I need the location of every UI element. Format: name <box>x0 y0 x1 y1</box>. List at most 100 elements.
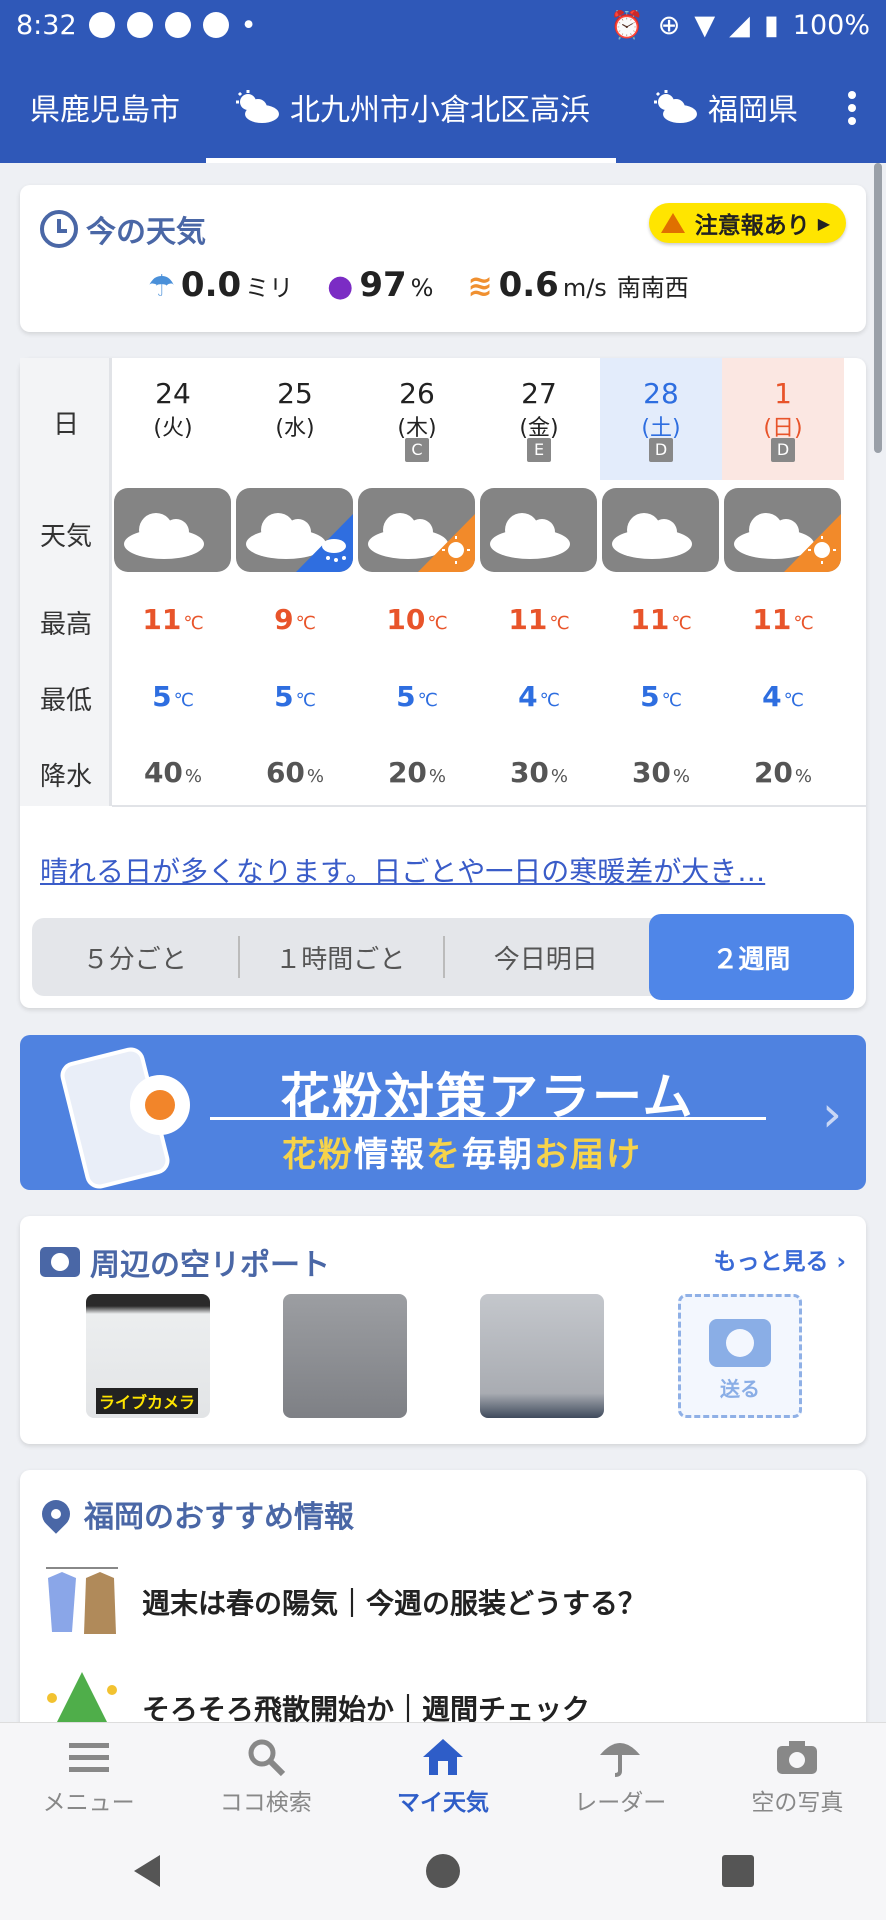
high-temp: 11 ℃ <box>142 603 204 636</box>
confidence-badge: D <box>649 438 673 462</box>
clothes-icon <box>42 1562 122 1642</box>
tab-fukuoka[interactable]: 福岡県 <box>654 50 798 163</box>
alert-badge[interactable]: 注意報あり ▶ <box>648 203 846 243</box>
segment-today-tomorrow[interactable]: 今日明日 <box>443 918 649 996</box>
row-label-low: 最低 <box>39 686 92 716</box>
day-date: 1 <box>774 377 792 410</box>
alarm-icon: ⏰ <box>610 10 644 41</box>
home-button-icon[interactable] <box>423 1851 463 1891</box>
data-saver-icon: ⊕ <box>657 9 681 41</box>
camera-icon <box>709 1735 886 1779</box>
humidity-icon: ● <box>327 269 354 304</box>
low-temp: 4 ℃ <box>518 680 560 713</box>
forecast-day-column[interactable]: 1 (日) D 11 ℃ 4 ℃ 20% <box>722 358 844 806</box>
umbrella-icon <box>532 1735 709 1779</box>
chrome-icon <box>202 12 229 38</box>
cloudy-icon <box>114 488 231 572</box>
cloudy-sunny-icon <box>358 488 475 572</box>
battery-level: 100% <box>792 9 870 41</box>
low-temp: 5 ℃ <box>396 680 438 713</box>
tab-label: 福岡県 <box>708 92 798 128</box>
chevron-right-icon: › <box>822 1085 842 1143</box>
cloudy-icon <box>480 488 597 572</box>
dot-icon: • <box>240 9 257 41</box>
high-temp: 9 ℃ <box>274 603 316 636</box>
segment-5min[interactable]: ５分ごと <box>32 918 238 996</box>
forecast-grid: 日 天気 最高 最低 降水 24 (火) 11 ℃ 5 ℃ 40% 25 (水) 9 ℃ 5 ℃ 60% 2… <box>20 358 866 807</box>
row-label-day: 日 <box>52 410 79 440</box>
camera-icon <box>40 1247 80 1277</box>
sky-photo[interactable] <box>480 1294 604 1418</box>
confidence-badge: C <box>405 438 429 462</box>
humidity-unit: % <box>410 274 434 302</box>
recommend-item[interactable]: 週末は春の陽気｜今週の服装どうする？ <box>42 1562 646 1642</box>
forecast-period-selector: ５分ごと １時間ごと 今日明日 ２週間 <box>32 914 854 1000</box>
low-temp: 4 ℃ <box>762 680 804 713</box>
chat-icon <box>126 12 153 38</box>
system-nav <box>0 1822 886 1920</box>
cloudy-icon <box>602 488 719 572</box>
chevron-right-icon: ▶ <box>817 213 830 233</box>
day-date: 25 <box>277 377 313 410</box>
see-more-link[interactable]: もっと見る › <box>714 1242 847 1276</box>
sun-cloud-icon <box>236 89 279 123</box>
low-temp: 5 ℃ <box>152 680 194 713</box>
nav-menu[interactable]: メニュー <box>0 1723 177 1822</box>
confidence-badge: E <box>527 438 551 462</box>
wind-value: 0.6 <box>498 265 559 305</box>
wind-icon: ≋ <box>467 269 493 304</box>
wind-direction: 南南西 <box>616 274 689 302</box>
nav-radar[interactable]: レーダー <box>532 1723 709 1822</box>
rain-chance: 30% <box>631 756 691 789</box>
sky-photo-live[interactable]: ライブカメラ <box>86 1294 210 1418</box>
rain-chance: 30% <box>509 756 569 789</box>
forecast-day-column[interactable]: 24 (火) 11 ℃ 5 ℃ 40% <box>112 358 234 806</box>
scrollbar[interactable] <box>874 163 882 453</box>
location-tabs: 県鹿児島市 北九州市小倉北区高浜 福岡県 <box>0 50 886 163</box>
recommend-title: 福岡のおすすめ情報 <box>36 1492 354 1536</box>
forecast-day-column[interactable]: 26 (木) C 10 ℃ 5 ℃ 20% <box>356 358 478 806</box>
tab-kagoshima[interactable]: 県鹿児島市 <box>30 50 180 163</box>
back-icon[interactable] <box>128 1851 168 1891</box>
sky-report-title: 周辺の空リポート <box>40 1240 330 1284</box>
low-temp: 5 ℃ <box>274 680 316 713</box>
day-date: 27 <box>521 377 557 410</box>
sky-photo[interactable] <box>283 1294 407 1418</box>
high-temp: 11 ℃ <box>752 603 814 636</box>
forecast-day-column[interactable]: 25 (水) 9 ℃ 5 ℃ 60% <box>234 358 356 806</box>
send-photo-button[interactable]: 送る <box>678 1294 802 1418</box>
current-weather-title: 今の天気 <box>40 207 206 251</box>
day-date: 28 <box>643 377 679 410</box>
banner-subtitle: 花粉情報を毎朝お届け <box>282 1135 642 1175</box>
camera-icon <box>709 1319 771 1367</box>
nav-sky-photos[interactable]: 空の写真 <box>709 1723 886 1822</box>
warning-icon <box>660 213 685 233</box>
sun-icon <box>130 1075 190 1135</box>
segment-2weeks[interactable]: ２週間 <box>648 914 854 1000</box>
recents-icon[interactable] <box>718 1851 758 1891</box>
more-menu-icon[interactable] <box>848 86 858 130</box>
forecast-summary-link[interactable]: 晴れる日が多くなります。日ごとや一日の寒暖差が大き… <box>40 850 765 890</box>
sun-cloud-icon <box>654 89 697 123</box>
precip-value: 0.0 <box>180 265 242 305</box>
status-bar: 8:32 • ⏰ ⊕ ▼ ◢ ▮ 100% <box>0 0 886 50</box>
day-date: 26 <box>399 377 435 410</box>
nav-search[interactable]: ココ検索 <box>177 1723 354 1822</box>
search-icon <box>177 1735 354 1779</box>
tab-kitakyushu[interactable]: 北九州市小倉北区高浜 <box>206 50 616 163</box>
segment-hourly[interactable]: １時間ごと <box>237 918 444 996</box>
forecast-card: 日 天気 最高 最低 降水 24 (火) 11 ℃ 5 ℃ 40% 25 (水) 9 ℃ 5 ℃ 60% 2… <box>20 358 866 1008</box>
current-weather-card: 今の天気 注意報あり ▶ ☂ 0.0 ミリ ● 97 % ≋ 0.6 m/s 南… <box>20 185 866 332</box>
row-label-rain: 降水 <box>39 762 92 792</box>
rain-chance: 40% <box>143 756 203 789</box>
rain-chance: 60% <box>265 756 325 789</box>
pollen-alarm-banner[interactable]: 花粉対策アラーム 花粉情報を毎朝お届け › <box>20 1035 866 1190</box>
high-temp: 11 ℃ <box>508 603 570 636</box>
sky-report-card: 周辺の空リポート もっと見る › ライブカメラ 送る <box>20 1216 866 1444</box>
signal-icon: ◢ <box>729 9 750 41</box>
row-label-weather: 天気 <box>39 522 92 552</box>
forecast-day-column[interactable]: 28 (土) D 11 ℃ 5 ℃ 30% <box>600 358 722 806</box>
confidence-badge: D <box>771 438 795 462</box>
forecast-day-column[interactable]: 27 (金) E 11 ℃ 4 ℃ 30% <box>478 358 600 806</box>
nav-my-weather[interactable]: マイ天気 <box>354 1723 531 1822</box>
